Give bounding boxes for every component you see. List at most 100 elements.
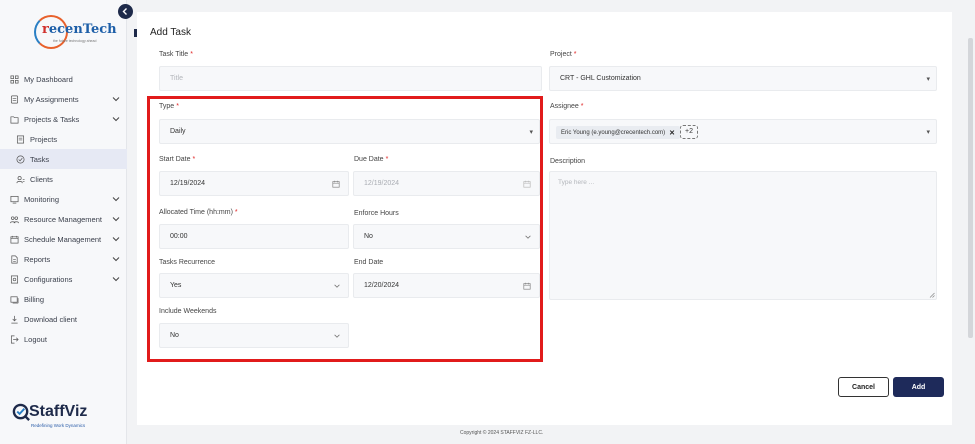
staffviz-brand: StaffViz Redefining Work Dynamics [12, 402, 122, 434]
due-date-label-text: Due Date [354, 156, 384, 163]
assignments-icon [9, 94, 19, 104]
enforce-hours-label: Enforce Hours [354, 210, 399, 217]
sidebar-item-label: My Dashboard [24, 74, 73, 84]
allocated-time-label-text: Allocated Time (hh:mm) [159, 209, 233, 216]
chevron-down-icon [112, 197, 120, 202]
sidebar-item-clients[interactable]: Clients [0, 169, 127, 189]
chevron-down-icon [112, 237, 120, 242]
type-select[interactable]: Daily ▾ [159, 119, 540, 144]
sidebar-item-reports[interactable]: Reports [0, 249, 127, 269]
sidebar-item-label: Logout [24, 334, 47, 344]
sidebar-item-projects[interactable]: Projects [0, 129, 127, 149]
title-accent-bar [134, 29, 137, 37]
sidebar-item-my-assignments[interactable]: My Assignments [0, 89, 127, 109]
monitoring-icon [9, 194, 19, 204]
more-assignees-badge[interactable]: +2 [680, 125, 698, 139]
chevron-down-icon [525, 235, 531, 239]
projects-icon [15, 134, 25, 144]
end-date-input[interactable]: 12/20/2024 [353, 273, 540, 298]
sidebar-item-logout[interactable]: Logout [0, 329, 127, 349]
end-date-label: End Date [354, 259, 384, 266]
logo-tagline: the future technology ahead [53, 39, 97, 43]
chevron-down-icon [112, 257, 120, 262]
sidebar-item-schedule-management[interactable]: Schedule Management [0, 229, 127, 249]
sidebar-item-configurations[interactable]: Configurations [0, 269, 127, 289]
download-icon [9, 314, 19, 324]
tasks-recurrence-value: Yes [170, 282, 182, 289]
required-mark: * [580, 103, 584, 110]
cancel-button[interactable]: Cancel [838, 377, 889, 397]
description-textarea[interactable]: Type here ... [549, 171, 937, 300]
task-title-label: Task Title * [159, 51, 193, 58]
sidebar-item-monitoring[interactable]: Monitoring [0, 189, 127, 209]
scrollbar[interactable] [968, 38, 973, 338]
crecentech-logo: recenTech the future technology ahead [34, 15, 117, 51]
due-date-value: 12/19/2024 [364, 180, 400, 187]
billing-icon [9, 294, 19, 304]
sidebar-collapse-button[interactable] [118, 4, 133, 19]
assignee-chip: Eric Young (e.young@crecentech.com) ✕ [556, 126, 681, 139]
assignee-label: Assignee * [550, 103, 584, 110]
project-label: Project * [550, 51, 577, 58]
caret-down-icon: ▾ [926, 129, 930, 136]
start-date-label: Start Date * [159, 156, 195, 163]
include-weekends-select[interactable]: No [159, 323, 349, 348]
project-select[interactable]: CRT - GHL Customization ▾ [549, 66, 937, 91]
sidebar-item-label: Billing [24, 294, 45, 304]
chevron-down-icon [334, 284, 340, 288]
sidebar-item-label: Download client [24, 314, 77, 324]
logo-text-main: ecenTech [48, 22, 117, 37]
projects-tasks-icon [9, 114, 19, 124]
add-task-panel: Add Task Task Title * Title Project * CRT … [134, 12, 952, 425]
allocated-time-label: Allocated Time (hh:mm) * [159, 209, 238, 216]
chevron-down-icon [112, 97, 120, 102]
calendar-icon[interactable] [332, 180, 340, 188]
chevron-down-icon [334, 334, 340, 338]
sidebar-item-tasks[interactable]: Tasks [0, 149, 127, 169]
task-title-input[interactable]: Title [159, 66, 542, 91]
required-mark: * [573, 51, 577, 58]
brand-tagline: Redefining Work Dynamics [31, 423, 86, 428]
caret-down-icon: ▾ [926, 76, 930, 83]
sidebar-item-label: Projects & Tasks [24, 114, 80, 124]
sidebar: recenTech the future technology ahead My… [0, 0, 127, 444]
required-mark: * [234, 209, 238, 216]
clients-icon [15, 174, 25, 184]
required-mark: * [385, 156, 389, 163]
logout-icon [9, 334, 19, 344]
schedule-icon [9, 234, 19, 244]
sidebar-item-billing[interactable]: Billing [0, 289, 127, 309]
project-label-text: Project [550, 51, 572, 58]
due-date-label: Due Date * [354, 156, 388, 163]
logo-text: recenTech [42, 22, 117, 37]
reports-icon [9, 254, 19, 264]
tasks-recurrence-select[interactable]: Yes [159, 273, 349, 298]
sidebar-item-label: My Assignments [24, 94, 79, 104]
sidebar-item-resource-management[interactable]: Resource Management [0, 209, 127, 229]
include-weekends-value: No [170, 332, 179, 339]
start-date-input[interactable]: 12/19/2024 [159, 171, 349, 196]
remove-assignee-icon[interactable]: ✕ [669, 129, 675, 137]
allocated-time-input[interactable]: 00:00 [159, 224, 349, 249]
sidebar-item-download-client[interactable]: Download client [0, 309, 127, 329]
chevron-left-icon [122, 8, 127, 15]
dashboard-icon [9, 74, 19, 84]
sidebar-item-projects-tasks[interactable]: Projects & Tasks [0, 109, 127, 129]
sidebar-item-label: Resource Management [24, 214, 102, 224]
task-title-label-text: Task Title [159, 51, 189, 58]
description-label: Description [550, 158, 586, 165]
sidebar-item-label: Configurations [24, 274, 73, 284]
include-weekends-label: Include Weekends [159, 308, 217, 315]
caret-down-icon: ▾ [529, 129, 533, 136]
configurations-icon [9, 274, 19, 284]
sidebar-item-label: Projects [30, 134, 58, 144]
calendar-icon[interactable] [523, 282, 531, 290]
enforce-hours-select[interactable]: No [353, 224, 540, 249]
sidebar-item-my-dashboard[interactable]: My Dashboard [0, 69, 127, 89]
assignee-chip-label: Eric Young (e.young@crecentech.com) [561, 129, 666, 136]
required-mark: * [190, 51, 193, 58]
add-button[interactable]: Add [893, 377, 944, 397]
tasks-icon [15, 154, 25, 164]
assignee-multiselect[interactable]: Eric Young (e.young@crecentech.com) ✕ +2 … [549, 119, 937, 144]
resize-handle-icon[interactable] [929, 292, 935, 298]
